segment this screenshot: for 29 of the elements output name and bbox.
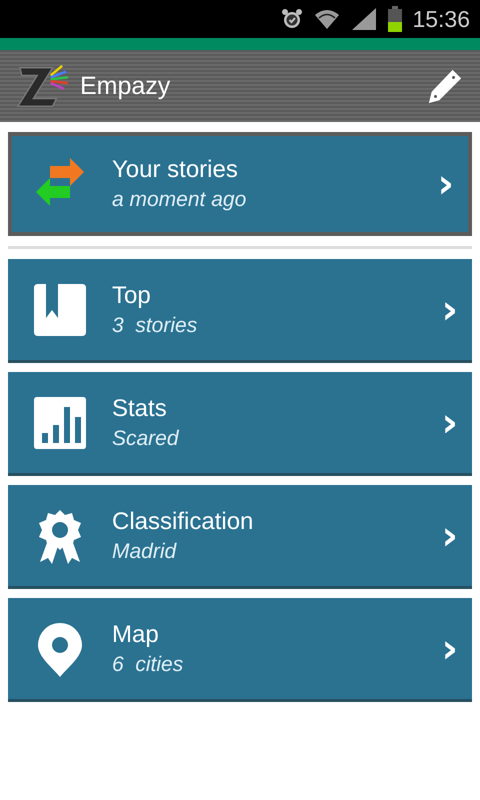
stories-card[interactable]: Your stories a moment ago ›: [8, 132, 472, 236]
signal-icon: [350, 7, 378, 31]
card-subtitle: Scared: [112, 426, 180, 450]
chevron-icon: ›: [442, 628, 458, 668]
menu-card[interactable]: Classification Madrid ›: [8, 485, 472, 589]
card-subtitle: 3 stories: [112, 314, 198, 338]
menu-card[interactable]: Stats Scared ›: [8, 372, 472, 476]
card-subtitle: 6 cities: [112, 652, 184, 676]
chevron-icon: ›: [442, 516, 458, 556]
card-title: Top: [112, 282, 152, 310]
app-title: Empazy: [80, 72, 172, 100]
bar-chart-icon: [32, 394, 88, 450]
chevron-icon: ›: [442, 402, 458, 442]
pencil-icon: [426, 67, 464, 105]
chevron-icon: ›: [438, 164, 454, 204]
card-title: Stats: [112, 394, 168, 422]
wifi-icon: [314, 7, 340, 31]
card-subtitle: a moment ago: [112, 188, 248, 212]
bookmark-icon: [32, 282, 88, 338]
clock-time: 15:36: [412, 6, 470, 32]
card-title: Classification: [112, 508, 254, 536]
card-title: Map: [112, 620, 160, 648]
card-title: Your stories: [112, 156, 239, 184]
chevron-icon: ›: [442, 290, 458, 330]
menu-card[interactable]: Map 6 cities ›: [8, 598, 472, 702]
card-subtitle: Madrid: [112, 540, 178, 564]
alarm-clock-icon: [280, 7, 304, 31]
battery-icon: [388, 6, 402, 32]
menu-card[interactable]: Top 3 stories ›: [8, 259, 472, 363]
